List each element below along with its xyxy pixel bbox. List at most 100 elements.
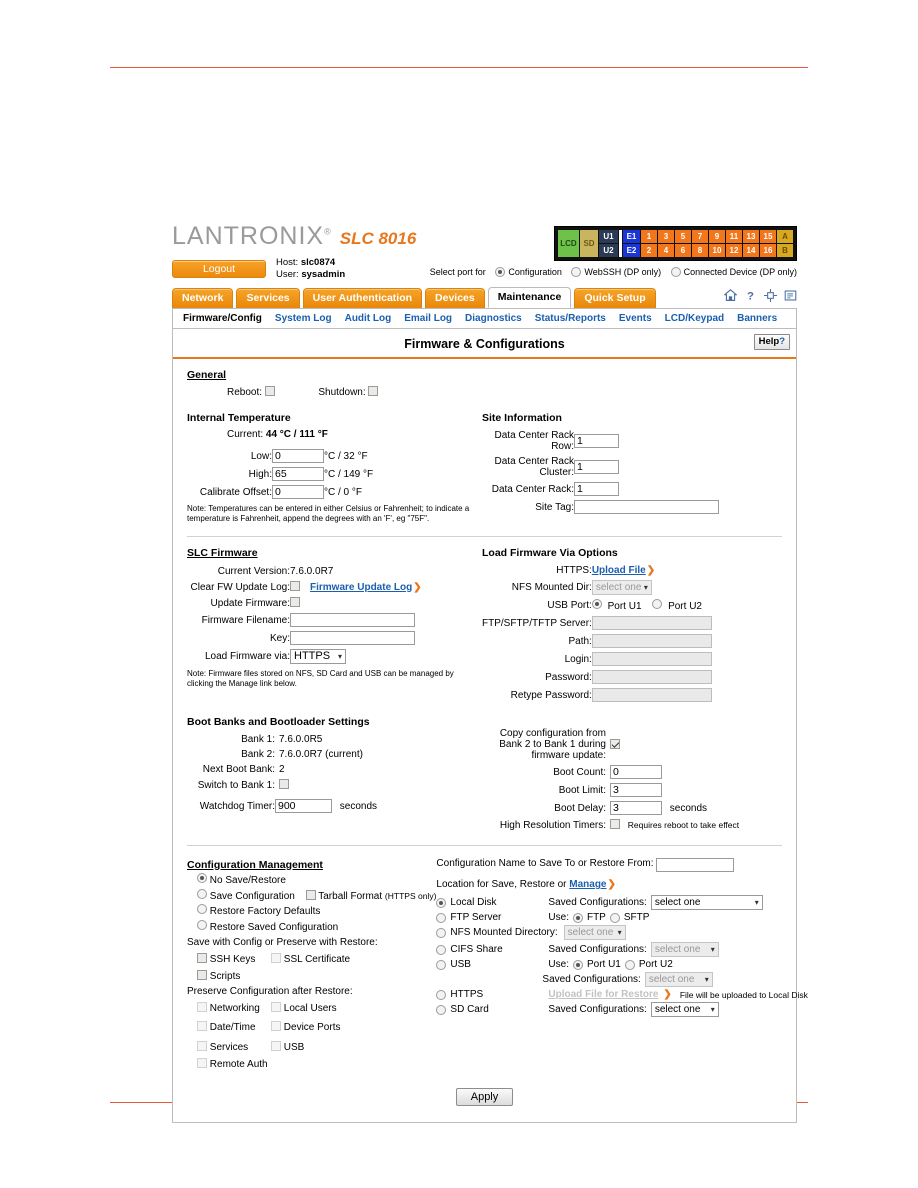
- port-cell-b[interactable]: B: [777, 244, 793, 257]
- shutdown-checkbox[interactable]: [368, 386, 379, 396]
- usb-checkbox[interactable]: [271, 1040, 281, 1051]
- remote-auth-checkbox[interactable]: [197, 1057, 207, 1068]
- subnav-email-log[interactable]: Email Log: [404, 313, 452, 324]
- subnav-audit-log[interactable]: Audit Log: [345, 313, 392, 324]
- list-icon[interactable]: [784, 289, 797, 302]
- port-cell-1[interactable]: 1: [641, 230, 657, 243]
- saved-configs-select-local[interactable]: select one: [650, 895, 763, 910]
- switch-bank1-checkbox[interactable]: [279, 779, 289, 789]
- boot-delay-input[interactable]: [610, 801, 662, 815]
- site-tag-input[interactable]: [574, 500, 719, 514]
- calibrate-offset-input[interactable]: [272, 485, 324, 499]
- path-input[interactable]: [591, 634, 712, 648]
- port-cell-3[interactable]: 3: [658, 230, 674, 243]
- radio-usb-port-u2[interactable]: [652, 599, 663, 609]
- load-firmware-via-select[interactable]: HTTPS: [290, 649, 346, 664]
- ssl-certificate-checkbox[interactable]: [271, 952, 281, 963]
- subnav-lcd-keypad[interactable]: LCD/Keypad: [665, 313, 724, 324]
- firmware-update-log-link[interactable]: Firmware Update Log: [310, 582, 412, 593]
- radio-usb-port-u1[interactable]: [591, 599, 602, 609]
- upload-file-for-restore-link[interactable]: Upload File for Restore: [548, 989, 658, 1000]
- port-cell-a[interactable]: A: [777, 230, 793, 243]
- tab-devices[interactable]: Devices: [425, 288, 485, 308]
- radio-https-location[interactable]: [436, 989, 447, 1000]
- upload-file-link[interactable]: Upload File: [592, 565, 646, 576]
- tab-quick-setup[interactable]: Quick Setup: [574, 288, 656, 308]
- radio-port-configuration[interactable]: [495, 267, 506, 277]
- password-input[interactable]: [591, 670, 712, 684]
- scripts-checkbox[interactable]: [197, 969, 207, 980]
- tab-maintenance[interactable]: Maintenance: [487, 287, 572, 308]
- rack-cluster-input[interactable]: [574, 460, 619, 474]
- retype-password-input[interactable]: [591, 688, 712, 702]
- subnav-events[interactable]: Events: [619, 313, 652, 324]
- boot-limit-input[interactable]: [610, 783, 662, 797]
- radio-port-webssh[interactable]: [571, 267, 582, 277]
- help-button[interactable]: Help?: [753, 334, 790, 350]
- logout-button[interactable]: Logout: [172, 259, 266, 278]
- nfs-mounted-dir-select[interactable]: select one: [591, 580, 652, 595]
- port-cell-5[interactable]: 5: [675, 230, 691, 243]
- copy-config-checkbox[interactable]: [610, 738, 620, 749]
- radio-save-configuration[interactable]: [197, 888, 207, 899]
- port-cell-7[interactable]: 7: [692, 230, 708, 243]
- port-cell-u2[interactable]: U2: [599, 244, 618, 257]
- port-cell-9[interactable]: 9: [709, 230, 725, 243]
- login-input[interactable]: [591, 652, 712, 666]
- port-grid[interactable]: LCD SD U1 E1 1 3 5 7 9 11 13 15 A U2 E2 …: [554, 226, 797, 261]
- radio-nfs-mounted-directory[interactable]: [436, 927, 447, 938]
- high-temp-input[interactable]: [272, 467, 324, 481]
- clear-fw-log-checkbox[interactable]: [290, 581, 300, 591]
- watchdog-input[interactable]: [275, 799, 332, 813]
- port-cell-8[interactable]: 8: [692, 244, 708, 257]
- port-cell-lcd[interactable]: LCD: [558, 230, 579, 257]
- port-cell-4[interactable]: 4: [658, 244, 674, 257]
- subnav-banners[interactable]: Banners: [737, 313, 777, 324]
- radio-local-disk[interactable]: [436, 897, 447, 908]
- home-icon[interactable]: [724, 289, 737, 302]
- expand-icon[interactable]: [764, 289, 777, 302]
- radio-restore-factory-defaults[interactable]: [197, 904, 207, 914]
- rack-row-input[interactable]: [574, 434, 619, 448]
- nfs-directory-select[interactable]: select one: [563, 925, 626, 940]
- saved-configs-select-usb[interactable]: select one: [644, 972, 713, 987]
- port-cell-13[interactable]: 13: [743, 230, 759, 243]
- port-cell-15[interactable]: 15: [760, 230, 776, 243]
- radio-port-connected-device[interactable]: [670, 267, 681, 277]
- ftp-server-input[interactable]: [591, 616, 712, 630]
- tarball-format-checkbox[interactable]: [305, 889, 316, 900]
- update-firmware-checkbox[interactable]: [290, 597, 300, 607]
- port-cell-2[interactable]: 2: [641, 244, 657, 257]
- radio-ftp-server[interactable]: [436, 912, 447, 923]
- boot-count-input[interactable]: [610, 765, 662, 779]
- hires-timers-checkbox[interactable]: [610, 819, 620, 829]
- ssh-keys-checkbox[interactable]: [197, 952, 207, 963]
- subnav-firmware-config[interactable]: Firmware/Config: [183, 313, 262, 324]
- port-cell-6[interactable]: 6: [675, 244, 691, 257]
- reboot-checkbox[interactable]: [264, 386, 275, 396]
- port-cell-e2[interactable]: E2: [623, 244, 640, 257]
- radio-ftp[interactable]: [572, 912, 583, 923]
- radio-usb-location-u1[interactable]: [572, 959, 583, 970]
- tab-user-authentication[interactable]: User Authentication: [302, 288, 423, 308]
- saved-configs-select-sd[interactable]: select one: [650, 1002, 719, 1017]
- apply-button[interactable]: Apply: [455, 1088, 514, 1106]
- port-cell-16[interactable]: 16: [760, 244, 776, 257]
- port-cell-12[interactable]: 12: [726, 244, 742, 257]
- tab-services[interactable]: Services: [236, 288, 300, 308]
- firmware-filename-input[interactable]: [290, 613, 415, 627]
- port-cell-14[interactable]: 14: [743, 244, 759, 257]
- low-temp-input[interactable]: [272, 449, 324, 463]
- key-input[interactable]: [290, 631, 415, 645]
- radio-sftp[interactable]: [609, 912, 620, 923]
- port-cell-e1[interactable]: E1: [623, 230, 640, 243]
- radio-sd-card[interactable]: [436, 1004, 447, 1015]
- networking-checkbox[interactable]: [197, 1001, 207, 1012]
- subnav-diagnostics[interactable]: Diagnostics: [465, 313, 522, 324]
- local-users-checkbox[interactable]: [271, 1001, 281, 1012]
- port-cell-11[interactable]: 11: [726, 230, 742, 243]
- port-cell-sd[interactable]: SD: [580, 230, 598, 257]
- subnav-status-reports[interactable]: Status/Reports: [535, 313, 606, 324]
- radio-restore-saved-configuration[interactable]: [197, 919, 207, 930]
- radio-usb-location[interactable]: [436, 959, 447, 970]
